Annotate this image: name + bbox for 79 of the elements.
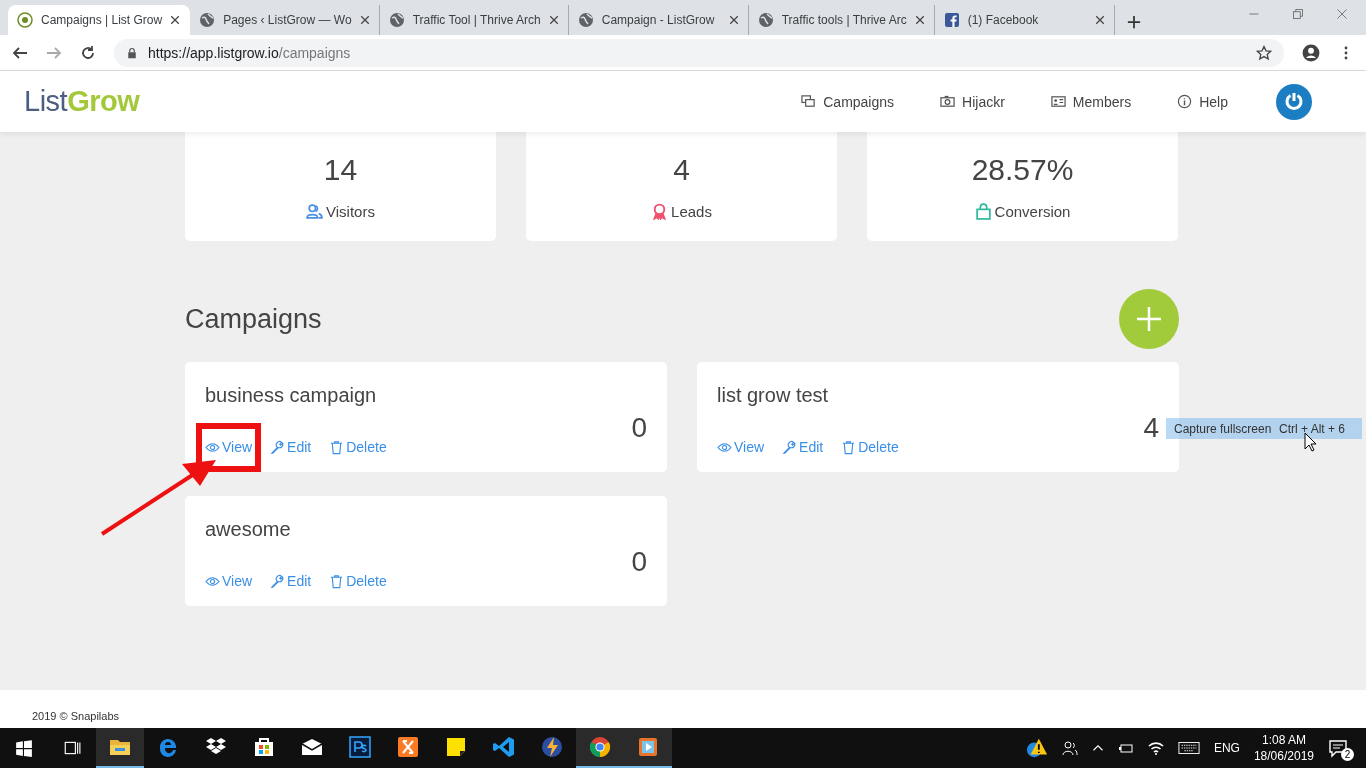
globe-icon: [757, 12, 774, 28]
campaign-name: list grow test: [717, 384, 830, 408]
media-player-icon: [636, 735, 660, 759]
edit-link[interactable]: Edit: [261, 422, 321, 472]
lightning-icon: [540, 735, 564, 759]
id-card-icon: [1050, 94, 1066, 109]
wrench-icon: [270, 439, 286, 455]
xampp-icon: [396, 735, 420, 759]
account-icon: [1302, 43, 1320, 62]
stat-value: 4: [673, 153, 690, 187]
wrench-icon: [270, 573, 286, 589]
photoshop-icon: [348, 735, 372, 759]
stat-value: 28.57%: [971, 153, 1074, 187]
chrome-icon: [588, 735, 612, 759]
edit-link[interactable]: Edit: [773, 422, 833, 472]
close-icon: [359, 15, 370, 25]
nav-link[interactable]: Hijackr: [940, 93, 1005, 110]
lead-count: 0: [631, 546, 647, 578]
taskbar-app[interactable]: [576, 728, 624, 768]
back-icon: [12, 44, 28, 61]
restore-icon: [1292, 7, 1304, 20]
stat-value: 14: [323, 153, 358, 187]
lead-count: 0: [631, 412, 647, 444]
language-indicator[interactable]: ENG: [1213, 741, 1240, 755]
warning-icon: [1025, 737, 1048, 759]
nav-link[interactable]: Members: [1050, 93, 1132, 110]
new-tab-icon: [1126, 15, 1141, 29]
nav-link[interactable]: Help: [1177, 93, 1228, 110]
trash-icon: [841, 439, 857, 455]
chat-icon: [1328, 738, 1348, 758]
globe-icon: [577, 12, 594, 28]
address-bar[interactable]: https://app.listgrow.io/campaigns: [114, 38, 1284, 67]
camera-icon: [940, 94, 956, 109]
close-icon: [914, 15, 925, 25]
taskbar-app[interactable]: [96, 728, 144, 768]
close-icon: [548, 15, 559, 25]
site-icon: [17, 12, 33, 28]
tooltip: Capture fullscreen Ctrl + Alt + 6: [1166, 418, 1362, 439]
section-title: Campaigns: [185, 303, 322, 335]
lock-icon: [126, 46, 138, 59]
nav-link[interactable]: Campaigns: [801, 93, 895, 110]
globe-icon: [199, 12, 216, 28]
reload-icon: [80, 44, 96, 61]
lead-count: 4: [1143, 412, 1159, 444]
notification-button[interactable]: 2: [1328, 736, 1352, 760]
cursor-icon: [1304, 432, 1318, 452]
windows-icon: [801, 94, 817, 109]
stat-label: Leads: [671, 203, 712, 220]
wifi-icon: [1147, 740, 1164, 756]
trash-icon: [329, 439, 345, 455]
clock[interactable]: 1:08 AM 18/06/2019: [1253, 732, 1314, 764]
code-editor-icon: [492, 735, 516, 759]
close-icon: [1094, 15, 1105, 25]
forward-icon: [46, 44, 62, 61]
windows-start-icon: [15, 739, 33, 757]
campaign-name: awesome: [205, 518, 292, 542]
people-icon: [1061, 740, 1078, 756]
plus-icon: [1135, 305, 1163, 333]
campaign-name: business campaign: [205, 384, 378, 408]
wrench-icon: [782, 439, 798, 455]
close-icon: [728, 15, 739, 25]
stat-label: Visitors: [326, 203, 375, 220]
store-icon: [252, 735, 276, 759]
browser-tab[interactable]: Campaigns | List Grow: [8, 5, 191, 35]
close-icon: [1336, 7, 1348, 20]
info-icon: [1177, 94, 1193, 109]
sticky-note-icon: [444, 735, 468, 759]
edit-link[interactable]: Edit: [261, 556, 321, 606]
globe-icon: [388, 12, 405, 28]
trash-icon: [329, 573, 345, 589]
stat-label: Conversion: [994, 203, 1071, 220]
logo[interactable]: ListGrow: [24, 85, 140, 118]
taskbar-app[interactable]: [624, 728, 672, 768]
close-icon: [170, 15, 181, 25]
task-view-icon: [63, 739, 81, 757]
star-icon: [1256, 44, 1272, 61]
power-button[interactable]: [1276, 83, 1312, 120]
facebook-icon: [943, 12, 960, 28]
copyright: 2019 © Snapilabs: [32, 710, 119, 722]
